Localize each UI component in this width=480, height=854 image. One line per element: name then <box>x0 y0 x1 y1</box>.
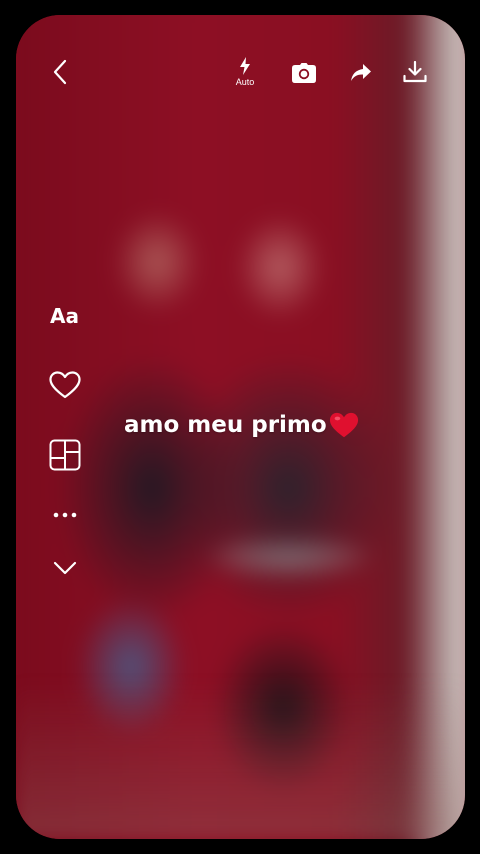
text-tool-button[interactable]: Aa <box>50 304 79 328</box>
photo-card: Auto Aa amo meu primo <box>16 15 465 839</box>
like-button[interactable] <box>46 367 84 403</box>
layout-button[interactable] <box>46 436 84 474</box>
collapse-tools-button[interactable] <box>48 555 82 581</box>
caption-text[interactable]: amo meu primo <box>124 411 359 439</box>
layout-grid-icon <box>49 439 81 471</box>
lightning-icon <box>240 57 250 75</box>
chevron-down-icon <box>53 561 77 575</box>
top-toolbar: Auto <box>16 15 465 125</box>
chevron-left-icon <box>53 59 67 85</box>
download-icon <box>403 61 427 83</box>
red-heart-icon <box>329 412 358 438</box>
camera-icon <box>292 63 316 83</box>
more-button[interactable] <box>46 503 84 527</box>
flash-button[interactable]: Auto <box>228 55 262 91</box>
download-button[interactable] <box>398 55 432 89</box>
heart-outline-icon <box>49 371 81 399</box>
story-editor-screen: Auto Aa amo meu primo <box>0 0 480 854</box>
flash-mode-label: Auto <box>235 77 255 87</box>
more-dots-icon <box>53 512 77 518</box>
camera-button[interactable] <box>287 57 321 89</box>
caption-label: amo meu primo <box>124 412 327 438</box>
back-button[interactable] <box>44 55 78 89</box>
share-arrow-icon <box>351 64 371 81</box>
share-button[interactable] <box>344 57 378 89</box>
